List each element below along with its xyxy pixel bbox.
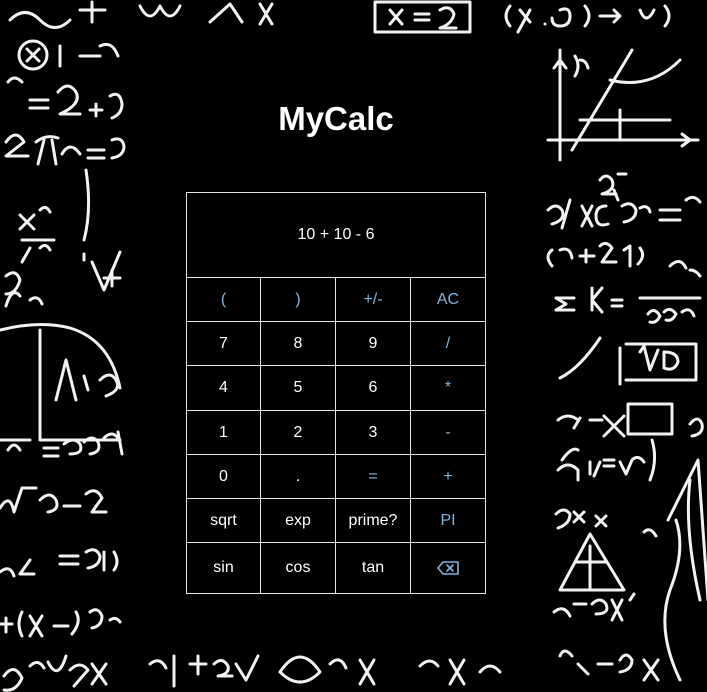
digit-3-label: 3 (368, 423, 378, 441)
digit-1-label: 1 (219, 423, 228, 441)
subtract-button[interactable]: - (411, 411, 485, 455)
decimal-point-button[interactable]: . (261, 455, 336, 499)
digit-2-button[interactable]: 2 (261, 411, 336, 455)
negate-button[interactable]: +/- (336, 278, 411, 322)
app-window: MyCalc 10 + 10 - 6 () +/- AC 7 8 9 / 4 5 6 * 1 2 3 - 0.… (0, 0, 707, 692)
keypad: () +/- AC 7 8 9 / 4 5 6 * 1 2 3 - 0. = + sqrt exp prime? PI si… (187, 278, 485, 593)
add-button[interactable]: + (411, 455, 485, 499)
page-title: MyCalc (278, 100, 394, 137)
calculator: 10 + 10 - 6 () +/- AC 7 8 9 / 4 5 6 * 1 2 3 - 0. = + sqrt e… (186, 192, 486, 594)
digit-7-label: 7 (219, 334, 228, 352)
digit-2-label: 2 (293, 423, 303, 441)
calculator-display: 10 + 10 - 6 (187, 193, 485, 278)
sin-button[interactable]: sin (187, 543, 261, 593)
subtract-label: - (445, 423, 451, 441)
digit-5-button[interactable]: 5 (261, 366, 336, 411)
prime-check-label: prime? (348, 511, 398, 529)
open-paren-button[interactable]: ( (187, 278, 261, 322)
multiply-label: * (444, 379, 452, 396)
digit-0-label: 0 (219, 467, 228, 485)
exp-label: exp (285, 511, 311, 529)
digit-4-button[interactable]: 4 (187, 366, 261, 411)
tan-label: tan (361, 559, 385, 576)
prime-check-button[interactable]: prime? (336, 499, 411, 543)
decimal-point-label: . (295, 467, 301, 485)
digit-7-button[interactable]: 7 (187, 322, 261, 366)
all-clear-button[interactable]: AC (411, 278, 485, 322)
digit-3-button[interactable]: 3 (336, 411, 411, 455)
digit-0-button[interactable]: 0 (187, 455, 261, 499)
multiply-button[interactable]: * (411, 366, 485, 411)
pi-button[interactable]: PI (411, 499, 485, 543)
digit-1-button[interactable]: 1 (187, 411, 261, 455)
digit-4-label: 4 (219, 379, 228, 396)
backspace-icon (437, 561, 459, 575)
divide-label: / (445, 334, 451, 352)
divide-button[interactable]: / (411, 322, 485, 366)
cos-label: cos (285, 559, 311, 576)
digit-8-button[interactable]: 8 (261, 322, 336, 366)
digit-5-label: 5 (293, 379, 303, 396)
digit-6-label: 6 (368, 379, 378, 396)
equals-button[interactable]: = (336, 455, 411, 499)
close-paren-button[interactable]: ) (261, 278, 336, 322)
all-clear-label: AC (436, 290, 460, 308)
sqrt-label: sqrt (210, 511, 237, 529)
negate-label: +/- (363, 290, 383, 308)
close-paren-label: ) (295, 290, 301, 308)
digit-8-label: 8 (293, 334, 303, 352)
digit-9-button[interactable]: 9 (336, 322, 411, 366)
tan-button[interactable]: tan (336, 543, 411, 593)
cos-button[interactable]: cos (261, 543, 336, 593)
equals-label: = (368, 467, 378, 485)
open-paren-label: ( (220, 290, 227, 308)
digit-6-button[interactable]: 6 (336, 366, 411, 411)
digit-9-label: 9 (368, 334, 378, 352)
exp-button[interactable]: exp (261, 499, 336, 543)
backspace-button[interactable] (411, 543, 485, 593)
sin-label: sin (213, 559, 234, 576)
sqrt-button[interactable]: sqrt (187, 499, 261, 543)
pi-label: PI (440, 511, 456, 529)
add-label: + (443, 467, 453, 485)
